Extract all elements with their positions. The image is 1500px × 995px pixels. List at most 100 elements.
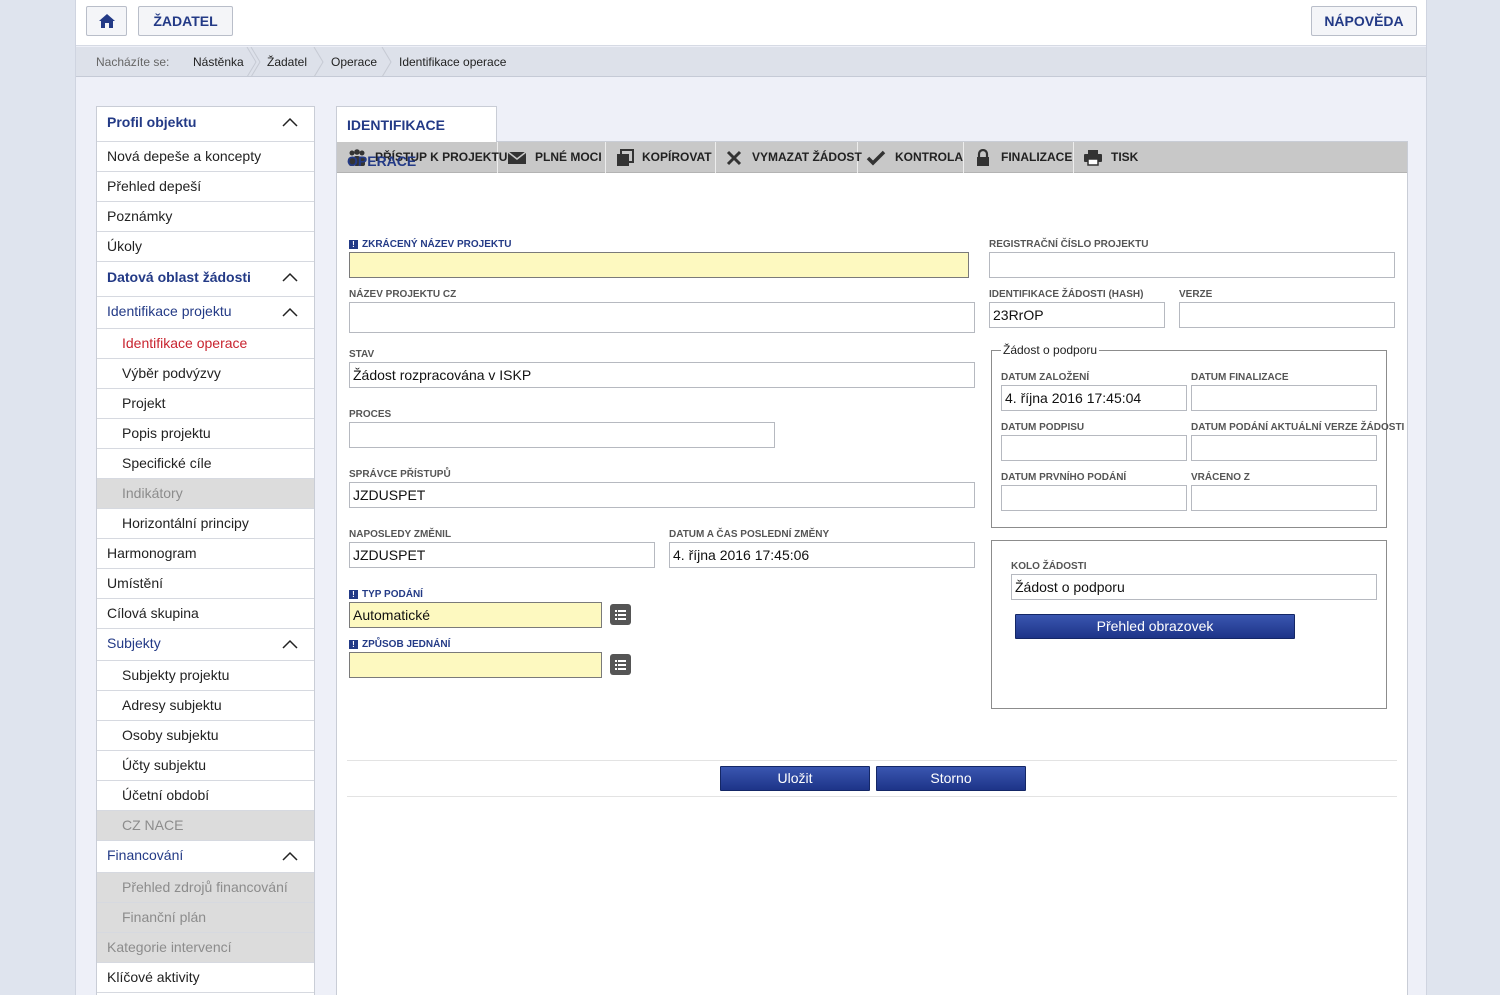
sidebar-item-datova-oblast-zadosti[interactable]: Datová oblast žádosti xyxy=(97,262,314,297)
sidebar-item-label: Identifikace projektu xyxy=(107,303,232,319)
state-field: Žádost rozpracována v ISKP xyxy=(349,362,975,388)
print-button[interactable]: TISK xyxy=(1074,142,1144,173)
sidebar-item-label: Účty subjektu xyxy=(122,757,207,773)
breadcrumb: Nacházíte se: Nástěnka Žadatel Operace I… xyxy=(76,47,1426,77)
tab-identifikace-operace[interactable]: IDENTIFIKACE OPERACE xyxy=(336,106,497,169)
access-admin-field: JZDUSPET xyxy=(349,482,975,508)
sidebar-item-prehled-zdroju-financovani: Přehled zdrojů financování xyxy=(97,873,314,903)
breadcrumb-separator xyxy=(250,47,261,77)
sidebar-item-ucty-subjektu[interactable]: Účty subjektu xyxy=(97,751,314,781)
sidebar-item-identifikace-projektu[interactable]: Identifikace projektu xyxy=(97,297,314,329)
returned-field xyxy=(1191,485,1377,511)
required-icon: ! xyxy=(349,640,358,649)
sidebar-item-subjekty[interactable]: Subjekty xyxy=(97,629,314,661)
main-panel: PŘÍSTUP K PROJEKTU PLNÉ MOCI KOPÍROVAT V… xyxy=(336,141,1408,995)
help-button[interactable]: NÁPOVĚDA xyxy=(1311,6,1417,36)
submitted-current-field xyxy=(1191,435,1377,461)
process-label: PROCES xyxy=(349,409,392,420)
sidebar-item-indikatory: Indikátory xyxy=(97,479,314,509)
sidebar-item-financovani[interactable]: Financování xyxy=(97,841,314,873)
sidebar-item-projekt[interactable]: Projekt xyxy=(97,389,314,419)
divider xyxy=(347,760,1397,761)
chevron-up-icon[interactable] xyxy=(282,639,298,649)
procedure-select[interactable] xyxy=(349,652,602,678)
sidebar-item-harmonogram[interactable]: Harmonogram xyxy=(97,539,314,569)
sidebar-item-popis-projektu[interactable]: Popis projektu xyxy=(97,419,314,449)
printer-icon xyxy=(1084,150,1102,166)
chevron-up-icon[interactable] xyxy=(282,117,298,127)
sidebar-item-adresy-subjektu[interactable]: Adresy subjektu xyxy=(97,691,314,721)
sidebar-item-vyber-podvyzvy[interactable]: Výběr podvýzvy xyxy=(97,359,314,389)
sidebar-item-label: Úkoly xyxy=(107,238,143,254)
chevron-up-icon[interactable] xyxy=(282,307,298,317)
returned-label: VRÁCENO Z xyxy=(1191,472,1250,483)
sidebar-item-osoby-subjektu[interactable]: Osoby subjektu xyxy=(97,721,314,751)
save-button[interactable]: Uložit xyxy=(720,766,870,791)
cancel-button[interactable]: Storno xyxy=(876,766,1026,791)
delete-request-label: VYMAZAT ŽÁDOST xyxy=(752,150,862,164)
first-submit-field xyxy=(1001,485,1187,511)
sidebar-item-klicove-aktivity[interactable]: Klíčové aktivity xyxy=(97,963,314,993)
delete-request-button[interactable]: VYMAZAT ŽÁDOST xyxy=(716,142,862,173)
chevron-up-icon[interactable] xyxy=(282,851,298,861)
finalize-button[interactable]: FINALIZACE xyxy=(964,142,1074,173)
sidebar-nav: Profil objektu Nová depeše a koncepty Přeh… xyxy=(96,106,315,995)
short-name-input[interactable] xyxy=(349,252,969,278)
submit-type-select[interactable]: Automatické xyxy=(349,602,602,628)
zadatel-button[interactable]: ŽADATEL xyxy=(138,6,233,36)
round-fieldset: KOLO ŽÁDOSTI Žádost o podporu Přehled ob… xyxy=(991,540,1387,709)
sidebar-item-identifikace-operace[interactable]: Identifikace operace xyxy=(97,329,314,359)
sidebar-item-label: Horizontální principy xyxy=(122,515,249,531)
breadcrumb-item-nastenka[interactable]: Nástěnka xyxy=(193,47,244,77)
chevron-up-icon[interactable] xyxy=(282,272,298,282)
sidebar-item-label: Profil objektu xyxy=(107,114,197,130)
screen-overview-button[interactable]: Přehled obrazovek xyxy=(1015,614,1295,639)
sidebar-item-label: Přehled depeší xyxy=(107,178,202,194)
submit-type-list-button[interactable] xyxy=(610,604,631,625)
print-label: TISK xyxy=(1111,150,1139,164)
procedure-list-button[interactable] xyxy=(610,654,631,675)
sidebar-item-label: Popis projektu xyxy=(122,425,211,441)
sidebar-item-label: Výběr podvýzvy xyxy=(122,365,221,381)
reg-number-field xyxy=(989,252,1395,278)
finalize-label: FINALIZACE xyxy=(1001,150,1073,164)
top-bar: ŽADATEL NÁPOVĚDA xyxy=(76,0,1426,46)
home-icon xyxy=(98,14,115,28)
sidebar-item-specificke-cile[interactable]: Specifické cíle xyxy=(97,449,314,479)
sidebar-item-umisteni[interactable]: Umístění xyxy=(97,569,314,599)
sidebar-item-subjekty-projektu[interactable]: Subjekty projektu xyxy=(97,661,314,691)
process-field xyxy=(349,422,775,448)
sidebar-item-cilova-skupina[interactable]: Cílová skupina xyxy=(97,599,314,629)
copy-button[interactable]: KOPÍROVAT xyxy=(606,142,716,173)
sidebar-item-label: Projekt xyxy=(122,395,166,411)
sidebar-item-label: Adresy subjektu xyxy=(122,697,222,713)
last-changed-by-label: NAPOSLEDY ZMĚNIL xyxy=(349,529,452,540)
sidebar-item-ukoly[interactable]: Úkoly xyxy=(97,232,314,262)
sidebar-item-prehled-depesi[interactable]: Přehled depeší xyxy=(97,172,314,202)
home-button[interactable] xyxy=(86,6,127,36)
check-button[interactable]: KONTROLA xyxy=(858,142,964,173)
breadcrumb-item-zadatel[interactable]: Žadatel xyxy=(267,47,307,77)
action-toolbar: PŘÍSTUP K PROJEKTU PLNÉ MOCI KOPÍROVAT V… xyxy=(337,142,1407,173)
breadcrumb-separator xyxy=(381,47,392,77)
list-icon xyxy=(615,660,626,670)
sidebar-item-profil-objektu[interactable]: Profil objektu xyxy=(97,107,314,142)
name-cz-label: NÁZEV PROJEKTU CZ xyxy=(349,289,457,300)
sidebar-item-label: Financování xyxy=(107,847,184,863)
created-date-field: 4. října 2016 17:45:04 xyxy=(1001,385,1187,411)
plne-moci-button[interactable]: PLNÉ MOCI xyxy=(498,142,606,173)
sidebar-item-label: CZ NACE xyxy=(122,817,184,833)
hash-field: 23RrOP xyxy=(989,302,1165,328)
copy-label: KOPÍROVAT xyxy=(642,150,712,164)
sidebar-item-ucetni-obdobi[interactable]: Účetní období xyxy=(97,781,314,811)
required-icon: ! xyxy=(349,240,358,249)
breadcrumb-item-operace[interactable]: Operace xyxy=(331,47,377,77)
copy-icon xyxy=(617,149,634,166)
sidebar-item-label: Cílová skupina xyxy=(107,605,199,621)
sidebar-item-nova-depese-a-koncepty[interactable]: Nová depeše a koncepty xyxy=(97,142,314,172)
submitted-current-label: DATUM PODÁNÍ AKTUÁLNÍ VERZE ŽÁDOSTI xyxy=(1191,422,1405,433)
name-cz-input[interactable] xyxy=(349,302,975,333)
page-frame: ŽADATEL NÁPOVĚDA Nacházíte se: Nástěnka … xyxy=(75,0,1427,995)
sidebar-item-poznamky[interactable]: Poznámky xyxy=(97,202,314,232)
sidebar-item-horizontalni-principy[interactable]: Horizontální principy xyxy=(97,509,314,539)
